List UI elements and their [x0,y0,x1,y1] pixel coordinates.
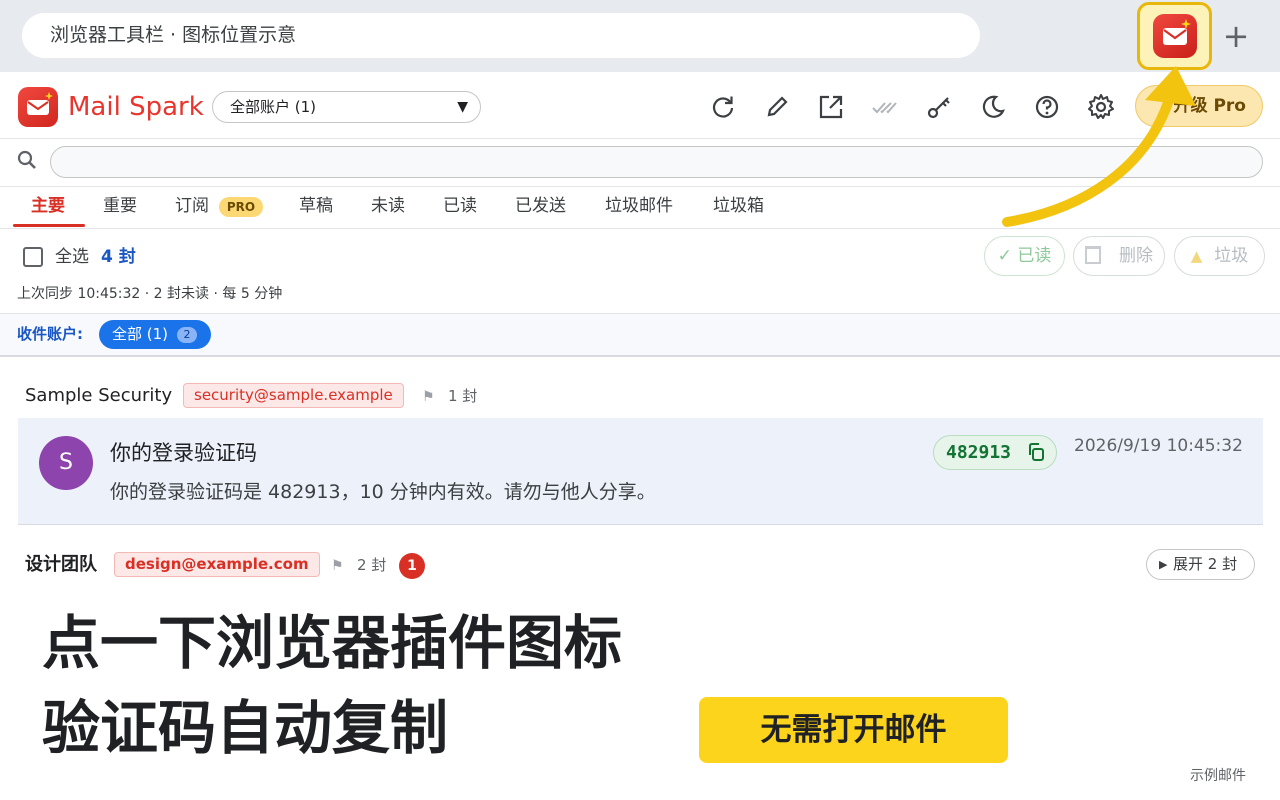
trash-icon [1085,246,1101,264]
avatar: S [39,436,93,490]
tab-sent[interactable]: 已发送 [515,194,566,218]
key-icon[interactable] [922,90,956,124]
message-count: 4 封 [101,247,136,267]
search-input[interactable] [50,146,1263,178]
account-chip-count: 2 [177,327,197,343]
edit-icon[interactable] [760,90,794,124]
accounts-filter-label: 收件账户: [17,325,83,343]
active-tab-indicator [13,224,85,227]
group-sender-email: security@sample.example [183,383,404,408]
search-icon [16,149,38,171]
refresh-icon[interactable] [706,90,740,124]
pro-badge: PRO [219,197,263,217]
expand-group-button[interactable]: ▶ 展开 2 封 [1146,549,1255,580]
account-select-value: 全部账户 (1) [230,98,317,116]
mail-date: 2026/9/19 10:45:32 [1074,436,1243,456]
junk-button[interactable]: ▲ 垃圾 [1174,236,1265,276]
mark-read-icon[interactable] [867,90,901,124]
open-external-icon[interactable] [814,90,848,124]
divider [0,228,1280,229]
chevron-right-icon: ▶ [1159,558,1168,571]
caption-line-2: 验证码自动复制 [42,694,449,762]
tab-subscriptions[interactable]: 订阅 [175,194,209,218]
app-title: Mail Spark [68,92,204,122]
dark-mode-icon[interactable] [976,90,1010,124]
settings-icon[interactable] [1084,90,1118,124]
new-tab-button[interactable]: + [1220,16,1252,56]
divider [0,186,1280,187]
select-all-checkbox[interactable] [23,247,43,267]
address-bar[interactable]: 浏览器工具栏 · 图标位置示意 [22,13,980,58]
group-sender-name: 设计团队 [25,554,97,575]
sample-note: 示例邮件 [1190,768,1246,784]
chevron-down-icon: ▼ [457,99,468,115]
tab-primary[interactable]: 主要 [31,194,65,218]
mark-read-button[interactable]: ✓ 已读 [984,236,1065,276]
flag-icon[interactable]: ⚑ [422,389,436,405]
upgrade-pro-button[interactable]: 升级 Pro [1135,85,1263,127]
tab-read[interactable]: 已读 [443,194,477,218]
help-icon[interactable] [1030,90,1064,124]
tab-unread[interactable]: 未读 [371,194,405,218]
junk-label: 垃圾 [1214,246,1249,266]
delete-button[interactable]: 删除 [1073,236,1165,276]
group-sender-name: Sample Security [25,385,173,406]
unread-count-badge: 1 [399,553,425,579]
caption-highlight-button: 无需打开邮件 [699,697,1008,763]
tab-spam[interactable]: 垃圾邮件 [605,194,673,218]
select-all-label: 全选 [55,247,89,267]
mail-preview: 你的登录验证码是 482913，10 分钟内有效。请勿与他人分享。 [110,481,656,503]
mail-subject[interactable]: 你的登录验证码 [110,438,257,468]
copy-icon[interactable] [1026,442,1046,462]
group-sender-email: design@example.com [114,552,320,577]
app-logo-icon [18,87,58,127]
flag-icon[interactable]: ⚑ [331,558,345,574]
expand-label: 展开 2 封 [1173,555,1238,573]
account-select[interactable]: 全部账户 (1) ▼ [212,91,481,123]
delete-label: 删除 [1119,246,1153,266]
warning-icon: ▲ [1190,247,1203,265]
tab-trash[interactable]: 垃圾箱 [713,194,764,218]
caption-line-1: 点一下浏览器插件图标 [42,609,623,677]
divider [0,138,1280,139]
mail-extension-icon[interactable] [1153,14,1197,58]
sync-status: 上次同步 10:45:32 · 2 封未读 · 每 5 分钟 [17,286,283,302]
group-count: 1 封 [448,387,478,405]
tab-drafts[interactable]: 草稿 [299,194,333,218]
tab-important[interactable]: 重要 [103,194,137,218]
group-count: 2 封 [357,556,387,574]
